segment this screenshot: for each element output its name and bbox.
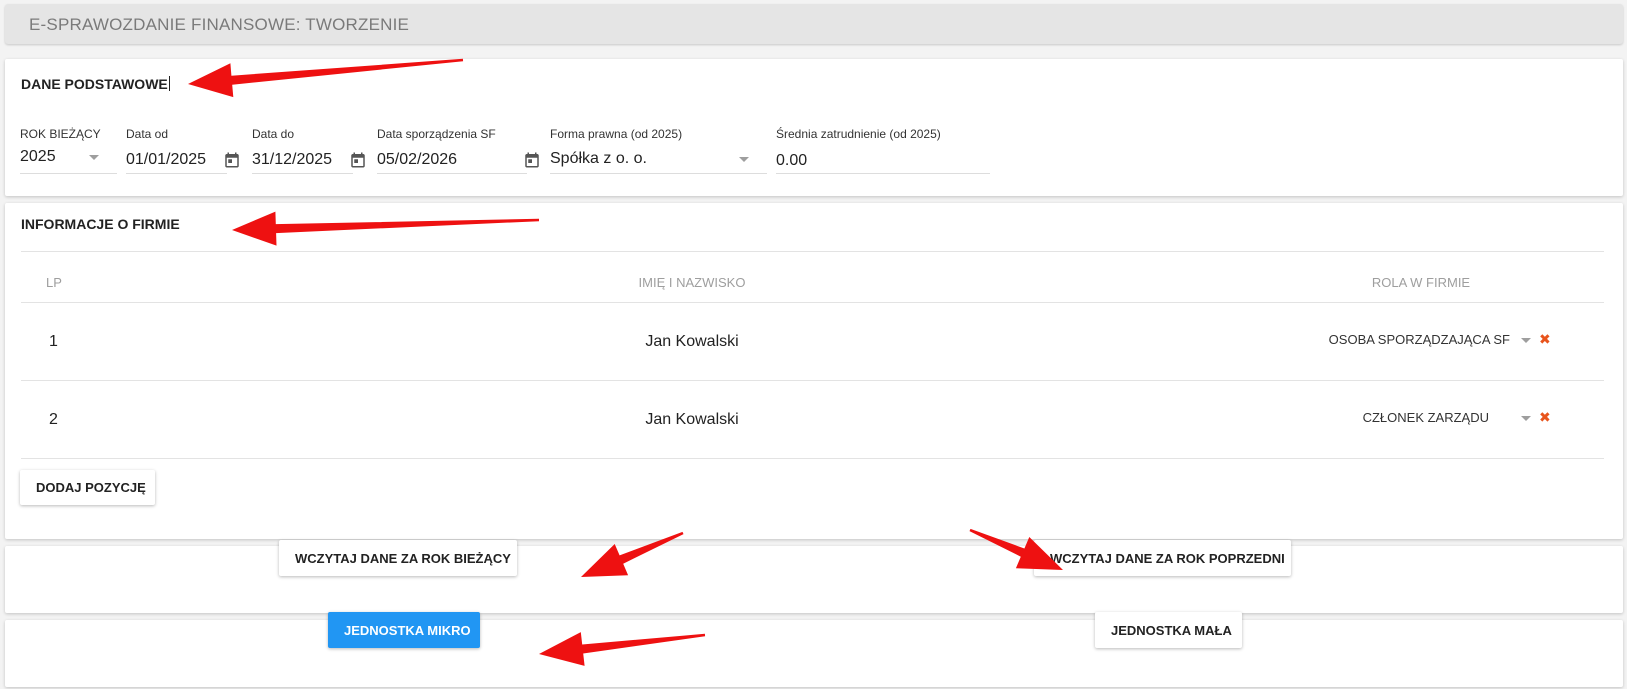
page-title: E-SPRAWOZDANIE FINANSOWE: TWORZENIE bbox=[29, 15, 410, 34]
legal-form-value: Spółka z o. o. bbox=[550, 150, 647, 167]
small-unit-button[interactable]: JEDNOSTKA MAŁA bbox=[1095, 612, 1242, 648]
calendar-icon[interactable] bbox=[349, 151, 367, 169]
date-to-field[interactable]: Data do 31/12/2025 bbox=[252, 127, 365, 174]
role-select[interactable]: OSOBA SPORZĄDZAJĄCA SF bbox=[1288, 332, 1510, 347]
column-header-lp: LP bbox=[46, 275, 62, 290]
year-value: 2025 bbox=[20, 148, 56, 165]
chevron-down-icon[interactable] bbox=[1521, 338, 1531, 343]
row-name: Jan Kowalski bbox=[645, 333, 739, 350]
report-date-value: 05/02/2026 bbox=[377, 151, 458, 168]
legal-form-label: Forma prawna (od 2025) bbox=[550, 127, 683, 141]
page-header: E-SPRAWOZDANIE FINANSOWE: TWORZENIE bbox=[5, 4, 1623, 44]
unit-type-card: JEDNOSTKA MIKRO JEDNOSTKA MAŁA bbox=[5, 612, 1623, 687]
add-position-button[interactable]: DODAJ POZYCJĘ bbox=[20, 470, 155, 505]
column-header-role: ROLA W FIRMIE bbox=[1371, 275, 1471, 290]
company-info-heading: INFORMACJE O FIRMIE bbox=[21, 216, 180, 232]
basic-data-card: DANE PODSTAWOWE ROK BIEŻĄCY 2025 Data od… bbox=[5, 59, 1623, 196]
calendar-icon[interactable] bbox=[223, 151, 241, 169]
row-name: Jan Kowalski bbox=[645, 411, 739, 428]
load-previous-year-button[interactable]: WCZYTAJ DANE ZA ROK POPRZEDNI bbox=[1034, 540, 1291, 576]
load-current-year-button[interactable]: WCZYTAJ DANE ZA ROK BIEŻĄCY bbox=[279, 540, 517, 576]
employment-value: 0.00 bbox=[776, 152, 808, 169]
basic-data-heading: DANE PODSTAWOWE bbox=[21, 76, 170, 92]
year-select[interactable]: ROK BIEŻĄCY 2025 bbox=[20, 127, 117, 174]
year-label: ROK BIEŻĄCY bbox=[20, 127, 101, 141]
micro-unit-button[interactable]: JEDNOSTKA MIKRO bbox=[328, 612, 480, 648]
date-to-label: Data do bbox=[252, 127, 295, 141]
date-from-value: 01/01/2025 bbox=[126, 151, 207, 168]
date-from-field[interactable]: Data od 01/01/2025 bbox=[126, 127, 239, 174]
role-select[interactable]: CZŁONEK ZARZĄDU bbox=[1288, 410, 1489, 425]
row-lp: 1 bbox=[49, 333, 58, 350]
date-from-label: Data od bbox=[126, 127, 169, 141]
employment-label: Średnia zatrudnienie (od 2025) bbox=[776, 127, 941, 141]
chevron-down-icon[interactable] bbox=[739, 157, 749, 162]
calendar-icon[interactable] bbox=[523, 151, 541, 169]
report-date-field[interactable]: Data sporządzenia SF 05/02/2026 bbox=[377, 127, 539, 174]
close-icon[interactable]: ✖ bbox=[1539, 409, 1551, 426]
load-data-card: WCZYTAJ DANE ZA ROK BIEŻĄCY WCZYTAJ DANE… bbox=[5, 540, 1623, 613]
text-cursor bbox=[168, 76, 170, 91]
chevron-down-icon[interactable] bbox=[1521, 416, 1531, 421]
chevron-down-icon[interactable] bbox=[89, 155, 99, 160]
row-lp: 2 bbox=[49, 411, 58, 428]
date-to-value: 31/12/2025 bbox=[252, 151, 333, 168]
legal-form-select[interactable]: Forma prawna (od 2025) Spółka z o. o. bbox=[550, 127, 767, 174]
close-icon[interactable]: ✖ bbox=[1539, 331, 1551, 348]
report-date-label: Data sporządzenia SF bbox=[377, 127, 496, 141]
company-info-card: INFORMACJE O FIRMIE LP IMIĘ I NAZWISKO R… bbox=[5, 203, 1623, 539]
column-header-name: IMIĘ I NAZWISKO bbox=[638, 275, 746, 290]
employment-field[interactable]: Średnia zatrudnienie (od 2025) 0.00 bbox=[776, 127, 990, 174]
